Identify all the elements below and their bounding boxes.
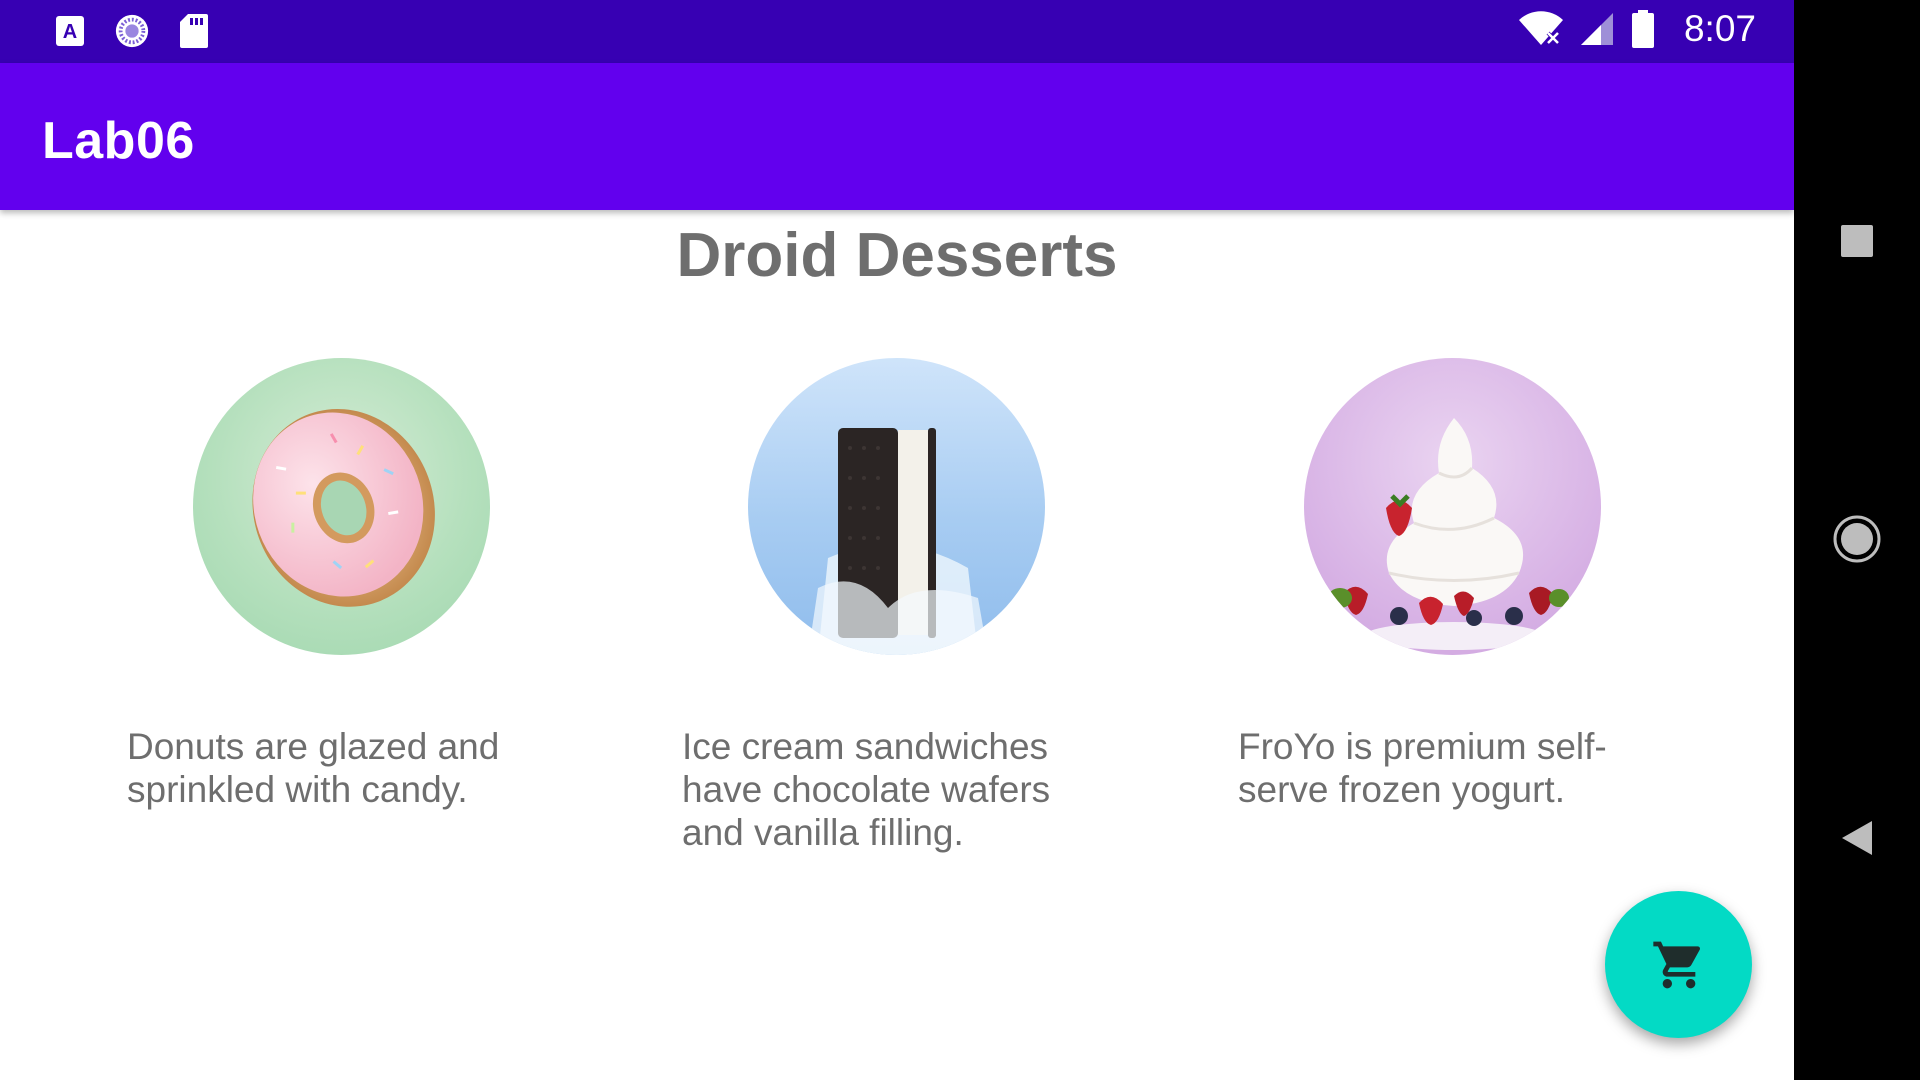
app-screen: A 8:07 Lab06 Droid Desserts Donuts are g… (0, 0, 1794, 1080)
donut-image[interactable] (193, 358, 490, 655)
system-nav-bar (1794, 0, 1920, 1080)
shopping-cart-icon (1652, 941, 1700, 988)
sd-card-icon (176, 11, 212, 51)
donut-icon (252, 408, 435, 607)
svg-text:A: A (63, 21, 77, 43)
app-title: Lab06 (42, 112, 195, 170)
status-bar: A 8:07 (0, 0, 1794, 63)
recents-button[interactable] (1794, 196, 1920, 286)
dessert-description: Ice cream sandwiches have chocolate wafe… (682, 726, 1051, 853)
app-bar: Lab06 (0, 63, 1794, 210)
recents-icon (1841, 225, 1873, 257)
dessert-card-ice-cream-sandwich: Ice cream sandwiches have chocolate wafe… (682, 358, 1182, 854)
back-button[interactable] (1794, 793, 1920, 883)
status-left-icons: A (52, 11, 212, 51)
froyo-image[interactable] (1304, 358, 1601, 655)
status-right-icons: 8:07 (1518, 8, 1756, 50)
battery-icon (1630, 9, 1656, 49)
sync-spinner-icon (114, 11, 150, 51)
shopping-cart-fab[interactable] (1605, 891, 1752, 1038)
status-clock: 8:07 (1683, 8, 1756, 49)
ice-cream-sandwich-icon (808, 428, 988, 655)
cell-signal-icon (1578, 9, 1616, 49)
dessert-card-froyo: FroYo is premium self-serve frozen yogur… (1238, 358, 1738, 811)
wifi-no-internet-icon (1518, 9, 1564, 49)
dessert-description: FroYo is premium self-serve frozen yogur… (1238, 726, 1607, 810)
dessert-description: Donuts are glazed and sprinkled with can… (127, 726, 500, 810)
page-heading: Droid Desserts (676, 221, 1118, 290)
accessibility-a-icon: A (52, 11, 88, 51)
home-icon (1833, 515, 1881, 563)
ice-cream-sandwich-image[interactable] (748, 358, 1045, 655)
back-icon (1842, 821, 1872, 855)
froyo-icon (1328, 418, 1569, 650)
home-button[interactable] (1794, 494, 1920, 584)
dessert-card-donut: Donuts are glazed and sprinkled with can… (127, 358, 627, 811)
